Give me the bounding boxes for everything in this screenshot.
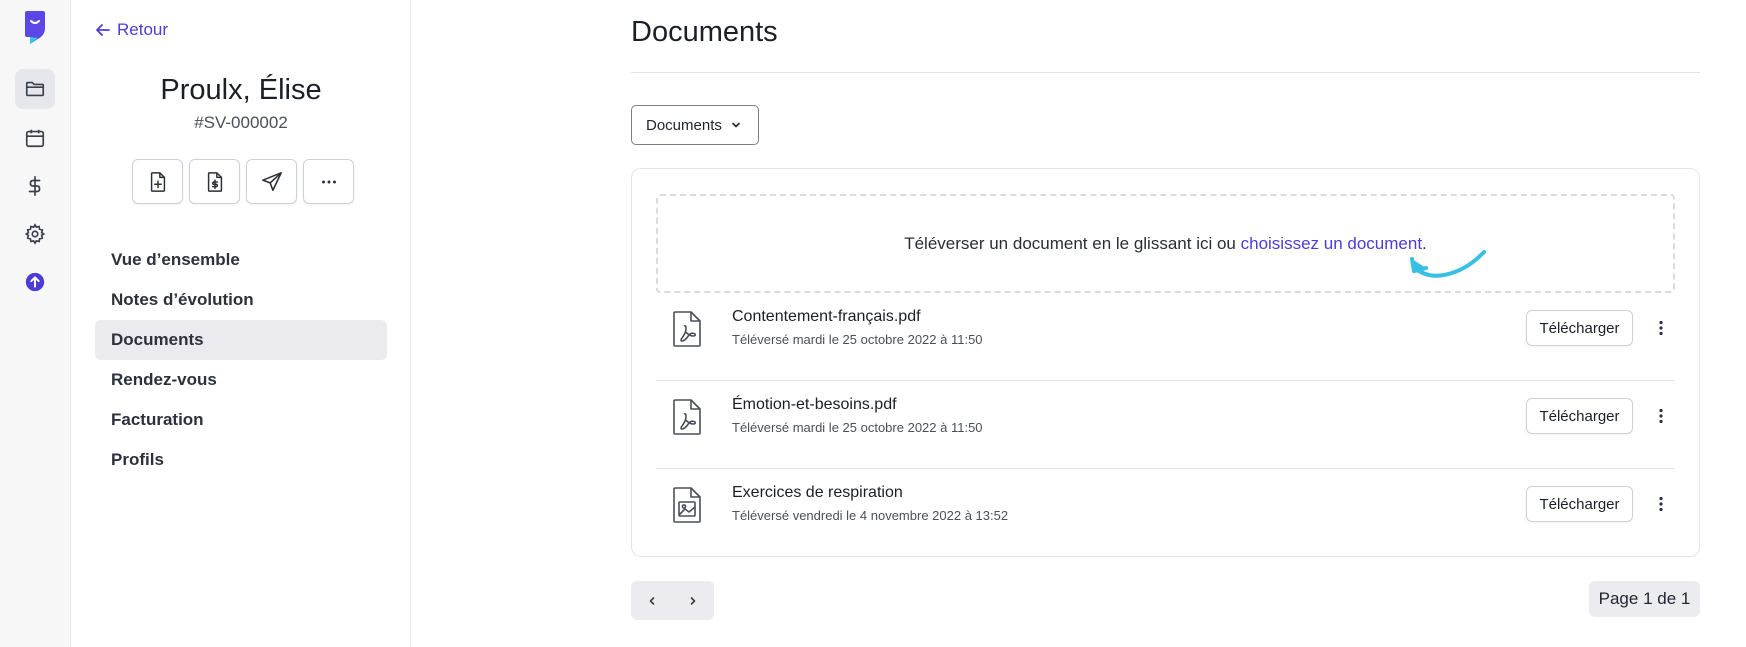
file-name[interactable]: Émotion-et-besoins.pdf xyxy=(732,396,897,414)
nav-files-button[interactable] xyxy=(15,69,55,109)
previous-page-button[interactable] xyxy=(631,581,672,620)
invoice-icon xyxy=(207,171,222,192)
next-page-button[interactable] xyxy=(672,581,713,620)
file-name[interactable]: Contentement-français.pdf xyxy=(732,308,921,326)
download-button[interactable]: Télécharger xyxy=(1526,486,1633,522)
invoice-button[interactable] xyxy=(189,159,240,204)
page-title: Documents xyxy=(631,16,778,48)
icon-rail xyxy=(0,0,71,647)
new-document-button[interactable] xyxy=(132,159,183,204)
kebab-icon xyxy=(1659,496,1663,512)
nav-item-progress-notes[interactable]: Notes d’évolution xyxy=(95,280,387,320)
row-menu-button[interactable] xyxy=(1652,315,1670,341)
nav-item-overview[interactable]: Vue d’ensemble xyxy=(95,240,387,280)
nav-item-profiles[interactable]: Profils xyxy=(95,440,387,480)
client-nav: Vue d’ensemble Notes d’évolution Documen… xyxy=(95,240,387,480)
download-button[interactable]: Télécharger xyxy=(1526,310,1633,346)
client-name: Proulx, Élise xyxy=(160,74,322,106)
folder-icon xyxy=(25,81,45,97)
client-id: #SV-000002 xyxy=(194,113,288,132)
nav-billing-button[interactable] xyxy=(15,166,55,206)
main-content: Documents Documents Téléverser un docume… xyxy=(411,0,1746,647)
pdf-file-icon xyxy=(673,399,701,435)
dropzone-text: Téléverser un document en le glissant ic… xyxy=(904,234,1241,253)
download-button[interactable]: Télécharger xyxy=(1526,398,1633,434)
document-row: Exercices de respiration Téléversé vendr… xyxy=(656,469,1675,557)
hint-arrow-icon xyxy=(1410,250,1486,278)
pdf-file-icon xyxy=(673,311,701,347)
send-button[interactable] xyxy=(246,159,297,204)
file-meta: Téléversé vendredi le 4 novembre 2022 à … xyxy=(732,508,1009,523)
nav-settings-button[interactable] xyxy=(15,214,55,254)
divider xyxy=(631,72,1700,73)
row-menu-button[interactable] xyxy=(1652,491,1670,517)
more-actions-button[interactable] xyxy=(303,159,354,204)
row-menu-button[interactable] xyxy=(1652,403,1670,429)
document-filter-dropdown[interactable]: Documents xyxy=(631,105,759,145)
upgrade-button[interactable] xyxy=(15,262,55,302)
page-indicator: Page 1 de 1 xyxy=(1589,581,1700,617)
file-meta: Téléversé mardi le 25 octobre 2022 à 11:… xyxy=(732,420,983,435)
client-panel: Retour Proulx, Élise #SV-000002 Vue d’en… xyxy=(71,0,411,647)
nav-item-billing[interactable]: Facturation xyxy=(95,400,387,440)
documents-card: Téléverser un document en le glissant ic… xyxy=(631,168,1700,557)
dollar-icon xyxy=(28,176,41,196)
dropdown-label: Documents xyxy=(646,116,722,134)
new-document-icon xyxy=(150,171,165,192)
back-link[interactable]: Retour xyxy=(95,20,168,40)
client-actions xyxy=(132,159,354,204)
gear-icon xyxy=(24,223,46,245)
nav-item-documents[interactable]: Documents xyxy=(95,320,387,360)
app-logo[interactable] xyxy=(24,11,46,44)
upgrade-arrow-icon xyxy=(25,272,45,292)
kebab-icon xyxy=(1659,408,1663,424)
arrow-left-icon xyxy=(96,24,110,36)
nav-item-appointments[interactable]: Rendez-vous xyxy=(95,360,387,400)
more-icon xyxy=(321,180,336,183)
chevron-down-icon xyxy=(732,122,740,128)
choose-document-link[interactable]: choisissez un document xyxy=(1241,234,1422,253)
back-label: Retour xyxy=(117,20,169,39)
calendar-icon xyxy=(25,129,45,148)
upload-dropzone[interactable]: Téléverser un document en le glissant ic… xyxy=(656,194,1675,293)
pagination xyxy=(631,581,714,620)
chevron-left-icon xyxy=(649,596,654,605)
document-row: Émotion-et-besoins.pdf Téléversé mardi l… xyxy=(656,381,1675,469)
kebab-icon xyxy=(1659,320,1663,336)
file-meta: Téléversé mardi le 25 octobre 2022 à 11:… xyxy=(732,332,983,347)
send-icon xyxy=(261,171,282,191)
image-file-icon xyxy=(673,487,701,523)
chevron-right-icon xyxy=(690,596,695,605)
nav-calendar-button[interactable] xyxy=(15,118,55,158)
file-name[interactable]: Exercices de respiration xyxy=(732,484,903,502)
document-row: Contentement-français.pdf Téléversé mard… xyxy=(656,293,1675,381)
